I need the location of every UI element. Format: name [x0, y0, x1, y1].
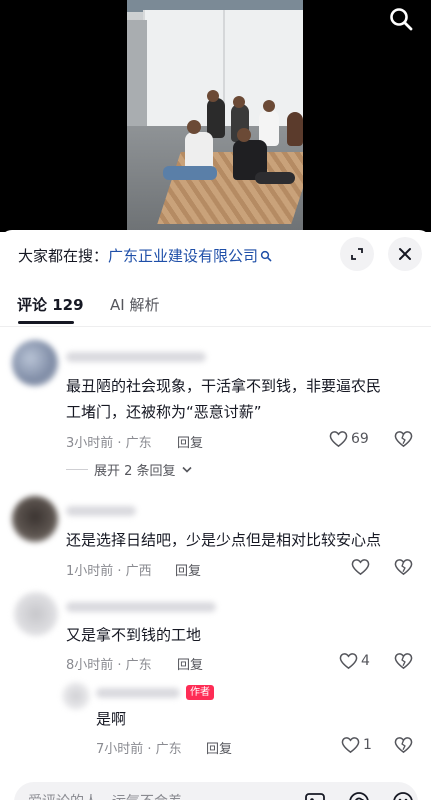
suggested-search[interactable]: 大家都在搜：广东正业建设有限公司 — [18, 245, 272, 266]
divider — [0, 326, 431, 327]
comment-input-placeholder: 爱评论的人，运气不会差 — [28, 791, 182, 800]
expand-replies-label: 展开 2 条回复 — [94, 464, 176, 479]
reply-button[interactable]: 回复 — [206, 738, 232, 757]
broken-heart-icon[interactable] — [394, 736, 413, 758]
suggested-search-keyword[interactable]: 广东正业建设有限公司 — [108, 247, 258, 265]
reply-time: 7小时前 · 广东 — [96, 742, 182, 757]
comment-time: 8小时前 · 广东 — [66, 658, 152, 673]
video-player[interactable] — [0, 0, 431, 232]
tab-active-indicator — [18, 321, 74, 324]
emoji-icon[interactable] — [392, 791, 414, 800]
heart-icon — [341, 737, 360, 754]
comment-text-line: 还是选择日结吧，少是少点但是相对比较安心点 — [66, 531, 382, 549]
avatar[interactable] — [14, 592, 58, 636]
expand-icon[interactable] — [340, 237, 374, 271]
broken-heart-icon[interactable] — [394, 430, 413, 452]
suggested-search-label: 大家都在搜： — [18, 247, 109, 265]
username[interactable] — [66, 352, 206, 362]
avatar[interactable] — [12, 496, 58, 542]
broken-heart-icon[interactable] — [394, 652, 413, 674]
reply-text: 是啊 — [96, 710, 127, 728]
heart-icon — [351, 559, 370, 576]
comment-input[interactable]: 爱评论的人，运气不会差 — [14, 782, 418, 800]
comment-text-line: 工堵门，还被称为“恶意讨薪” — [66, 403, 262, 421]
close-icon[interactable] — [388, 237, 422, 271]
like-count: 69 — [351, 431, 369, 447]
like-button[interactable]: 69 — [329, 430, 369, 448]
reply-button[interactable]: 回复 — [177, 432, 203, 451]
tab-ai-analysis[interactable]: AI 解析 — [110, 294, 159, 315]
search-icon — [260, 248, 272, 266]
like-count: 1 — [363, 737, 372, 753]
comment-sheet: 大家都在搜：广东正业建设有限公司 评论 129 AI 解析 最丑陋的社会现象，干… — [0, 230, 431, 800]
avatar[interactable] — [62, 682, 90, 710]
username[interactable] — [66, 602, 216, 612]
heart-icon — [329, 431, 348, 448]
heart-icon — [339, 653, 358, 670]
tab-comments[interactable]: 评论 129 — [17, 294, 84, 315]
at-icon[interactable] — [348, 791, 370, 800]
comment-time: 1小时前 · 广西 — [66, 564, 152, 579]
username[interactable] — [66, 506, 136, 516]
reply-button[interactable]: 回复 — [177, 654, 203, 673]
video-frame — [127, 0, 303, 232]
like-count: 4 — [361, 653, 370, 669]
comment-text-line: 最丑陋的社会现象，干活拿不到钱，非要逼农民 — [66, 377, 382, 395]
avatar[interactable] — [12, 340, 58, 386]
comment-text-line: 又是拿不到钱的工地 — [66, 626, 202, 644]
search-icon[interactable] — [388, 6, 414, 32]
chevron-down-icon — [181, 466, 192, 473]
expand-replies-button[interactable]: 展开 2 条回复 — [66, 460, 192, 479]
reply-button[interactable]: 回复 — [175, 560, 201, 579]
like-button[interactable]: 1 — [341, 736, 372, 754]
like-button[interactable]: 4 — [339, 652, 370, 670]
username[interactable] — [96, 688, 180, 698]
like-button[interactable] — [351, 558, 373, 576]
author-badge: 作者 — [186, 685, 214, 700]
comment-time: 3小时前 · 广东 — [66, 436, 152, 451]
image-icon[interactable] — [304, 791, 326, 800]
broken-heart-icon[interactable] — [394, 558, 413, 580]
